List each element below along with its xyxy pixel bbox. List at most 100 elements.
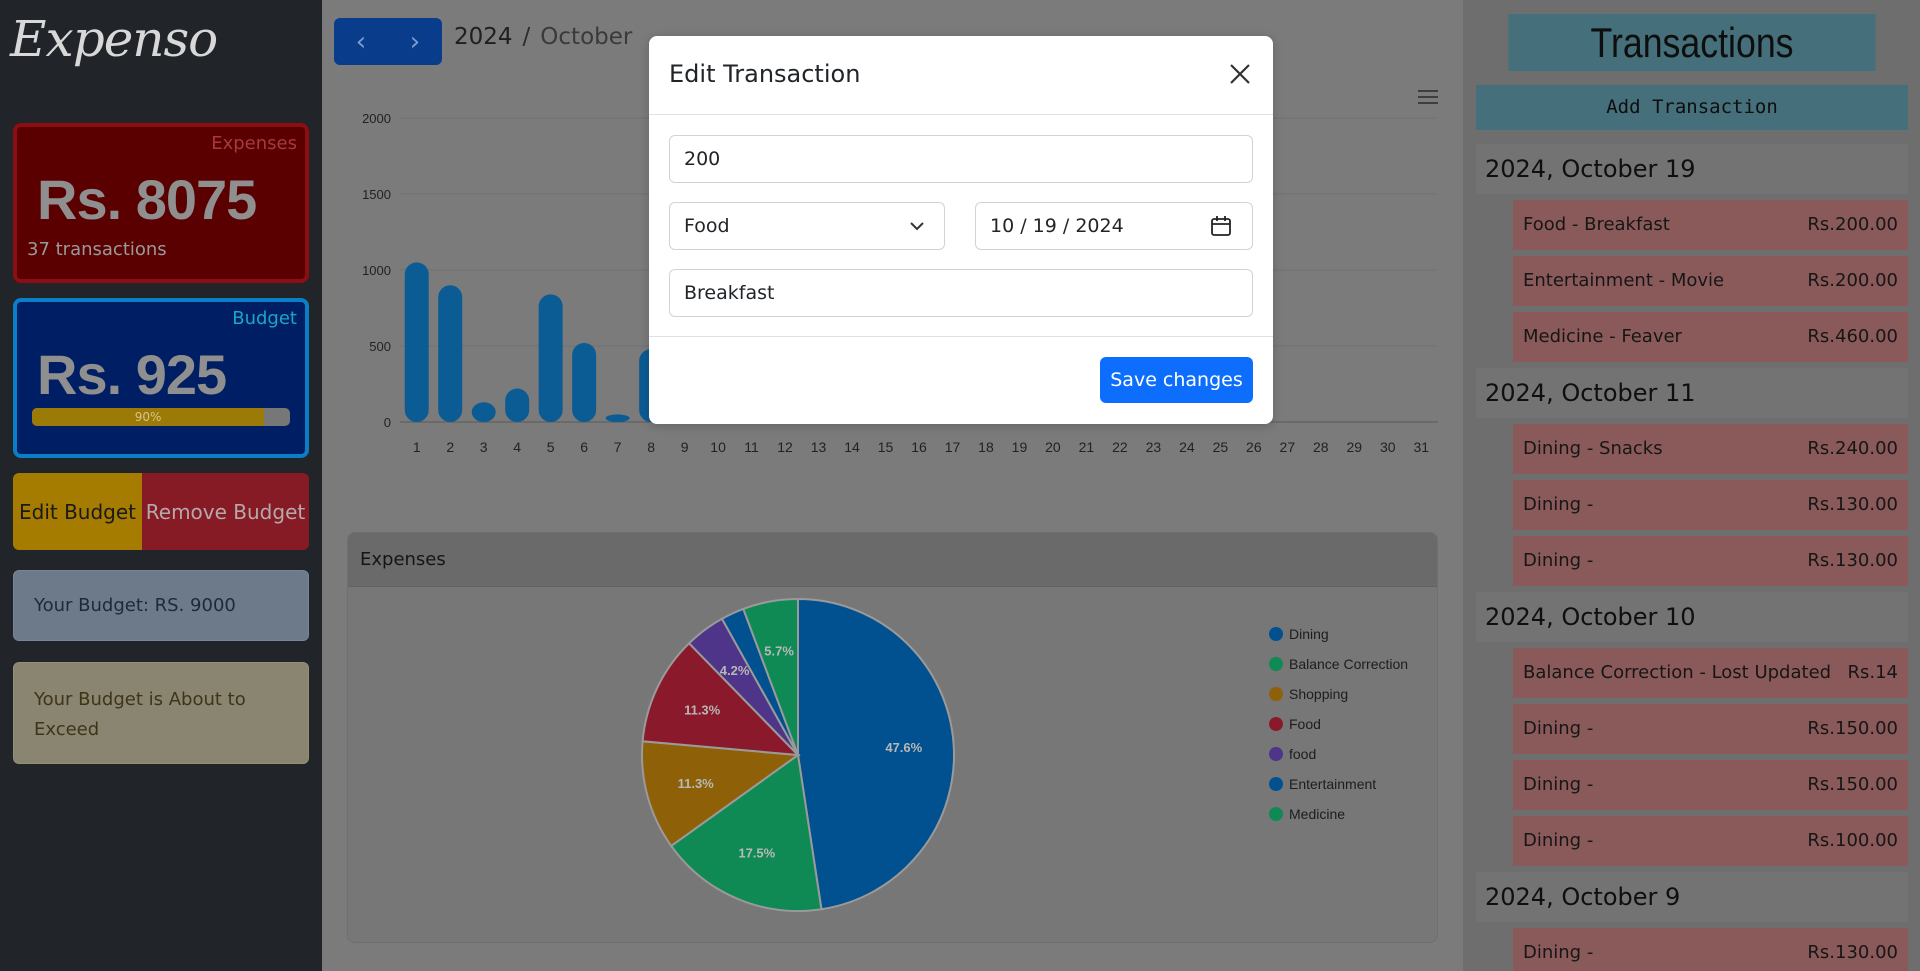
transaction-item[interactable]: Dining - Rs.130.00 xyxy=(1513,480,1908,530)
x-tick-label: 15 xyxy=(878,439,894,455)
transaction-name: Dining - xyxy=(1523,774,1594,795)
x-tick-label: 25 xyxy=(1213,439,1229,455)
modal-title: Edit Transaction xyxy=(669,60,861,88)
budget-warning-alert: Your Budget is About to Exceed xyxy=(13,662,309,764)
budget-info-alert: Your Budget: RS. 9000 xyxy=(13,570,309,641)
transaction-name: Dining - xyxy=(1523,942,1594,963)
bar[interactable] xyxy=(572,342,597,422)
x-tick-label: 4 xyxy=(513,439,521,455)
legend-marker xyxy=(1269,747,1283,761)
description-input[interactable]: Breakfast xyxy=(669,269,1253,317)
legend-item[interactable]: Balance Correction xyxy=(1269,649,1408,679)
transaction-date-header: 2024, October 11 xyxy=(1476,368,1908,418)
chevron-down-icon xyxy=(910,222,924,231)
pie-data-label: 11.3% xyxy=(684,703,721,718)
x-tick-label: 29 xyxy=(1347,439,1363,455)
legend-item[interactable]: Entertainment xyxy=(1269,769,1408,799)
chevron-right-icon[interactable]: › xyxy=(388,18,442,65)
pie-data-label: 11.3% xyxy=(678,776,715,791)
bar[interactable] xyxy=(605,414,630,422)
transaction-date-header: 2024, October 10 xyxy=(1476,592,1908,642)
transaction-item[interactable]: Medicine - Feaver Rs.460.00 xyxy=(1513,312,1908,362)
transaction-date-group: 2024, October 11 Dining - Snacks Rs.240.00… xyxy=(1476,368,1908,586)
transaction-date-group: 2024, October 9 Dining - Rs.130.00 xyxy=(1476,872,1908,971)
pie-slice[interactable] xyxy=(797,597,955,911)
x-tick-label: 7 xyxy=(614,439,622,455)
transaction-item[interactable]: Dining - Rs.100.00 xyxy=(1513,816,1908,866)
x-tick-label: 1 xyxy=(413,439,421,455)
breadcrumb-month: October xyxy=(540,24,633,50)
transaction-name: Dining - xyxy=(1523,718,1594,739)
transaction-item[interactable]: Food - Breakfast Rs.200.00 xyxy=(1513,200,1908,250)
x-tick-label: 31 xyxy=(1413,439,1429,455)
transaction-list: 2024, October 19 Food - Breakfast Rs.200.0… xyxy=(1476,144,1908,971)
y-tick-label: 1000 xyxy=(362,263,391,278)
transaction-date-group: 2024, October 19 Food - Breakfast Rs.200.0… xyxy=(1476,144,1908,362)
transaction-item[interactable]: Dining - Rs.150.00 xyxy=(1513,760,1908,810)
expenses-pie-panel: Expenses 47.6% 17.5% 11.3% 11.3% 4.2% 5.7% Di… xyxy=(347,532,1438,943)
category-select[interactable]: Food xyxy=(669,202,945,250)
month-navigation: ‹ › xyxy=(334,18,442,65)
legend-label: Shopping xyxy=(1289,686,1349,702)
breadcrumb-separator: / xyxy=(522,24,531,50)
legend-label: food xyxy=(1289,746,1317,762)
edit-budget-button[interactable]: Edit Budget xyxy=(13,473,142,550)
legend-item[interactable]: Shopping xyxy=(1269,679,1408,709)
close-icon[interactable] xyxy=(1225,59,1255,89)
legend-marker xyxy=(1269,717,1283,731)
bar[interactable] xyxy=(438,285,463,422)
transaction-name: Entertainment - Movie xyxy=(1523,270,1725,291)
legend-item[interactable]: Food xyxy=(1269,709,1408,739)
bar[interactable] xyxy=(404,262,429,422)
transaction-name: Medicine - Feaver xyxy=(1523,326,1682,347)
transaction-item[interactable]: Balance Correction - Lost Updated Rs.14 xyxy=(1513,648,1908,698)
y-tick-label: 0 xyxy=(384,415,391,430)
x-tick-label: 20 xyxy=(1045,439,1061,455)
budget-progress-fill: 90% xyxy=(32,408,265,426)
legend-item[interactable]: food xyxy=(1269,739,1408,769)
x-tick-label: 17 xyxy=(945,439,961,455)
legend-marker xyxy=(1269,687,1283,701)
chevron-left-icon[interactable]: ‹ xyxy=(334,18,388,65)
bar[interactable] xyxy=(538,294,563,422)
transaction-item[interactable]: Dining - Snacks Rs.240.00 xyxy=(1513,424,1908,474)
transaction-item[interactable]: Dining - Rs.130.00 xyxy=(1513,536,1908,586)
hamburger-menu-icon[interactable] xyxy=(1418,90,1438,106)
transaction-name: Dining - xyxy=(1523,830,1594,851)
pie-data-label: 4.2% xyxy=(720,663,750,678)
legend-marker xyxy=(1269,777,1283,791)
transaction-date-header: 2024, October 9 xyxy=(1476,872,1908,922)
save-changes-button[interactable]: Save changes xyxy=(1100,357,1253,403)
transaction-item[interactable]: Dining - Rs.130.00 xyxy=(1513,928,1908,971)
x-tick-label: 19 xyxy=(1012,439,1028,455)
amount-input[interactable]: 200 xyxy=(669,135,1253,183)
expenses-label: Expenses xyxy=(211,133,297,154)
amount-value: 200 xyxy=(684,148,721,170)
transaction-item[interactable]: Entertainment - Movie Rs.200.00 xyxy=(1513,256,1908,306)
edit-transaction-modal: Edit Transaction 200 Food 10 / 19 / 2024… xyxy=(649,36,1273,424)
x-tick-label: 22 xyxy=(1112,439,1128,455)
legend-item[interactable]: Medicine xyxy=(1269,799,1408,829)
pie-data-label: 17.5% xyxy=(738,846,775,861)
y-tick-label: 500 xyxy=(369,339,391,354)
x-tick-label: 28 xyxy=(1313,439,1329,455)
bar[interactable] xyxy=(471,402,496,422)
transaction-amount: Rs.130.00 xyxy=(1807,942,1898,963)
date-input[interactable]: 10 / 19 / 2024 xyxy=(975,202,1253,250)
x-tick-label: 10 xyxy=(710,439,726,455)
bar[interactable] xyxy=(505,388,530,422)
transaction-item[interactable]: Dining - Rs.150.00 xyxy=(1513,704,1908,754)
legend-item[interactable]: Dining xyxy=(1269,619,1408,649)
x-tick-label: 18 xyxy=(978,439,994,455)
breadcrumb-year[interactable]: 2024 xyxy=(454,24,513,50)
sidebar: Expenso Expenses Rs. 8075 37 transaction… xyxy=(0,0,322,971)
expenses-card: Expenses Rs. 8075 37 transactions xyxy=(13,123,309,283)
calendar-icon[interactable] xyxy=(1210,215,1232,237)
add-transaction-button[interactable]: Add Transaction xyxy=(1476,85,1908,130)
legend-label: Medicine xyxy=(1289,806,1346,822)
remove-budget-button[interactable]: Remove Budget xyxy=(142,473,309,550)
x-tick-label: 14 xyxy=(844,439,860,455)
transaction-date-group: 2024, October 10 Balance Correction - Los… xyxy=(1476,592,1908,866)
x-tick-label: 8 xyxy=(647,439,655,455)
transaction-amount: Rs.200.00 xyxy=(1807,270,1898,291)
